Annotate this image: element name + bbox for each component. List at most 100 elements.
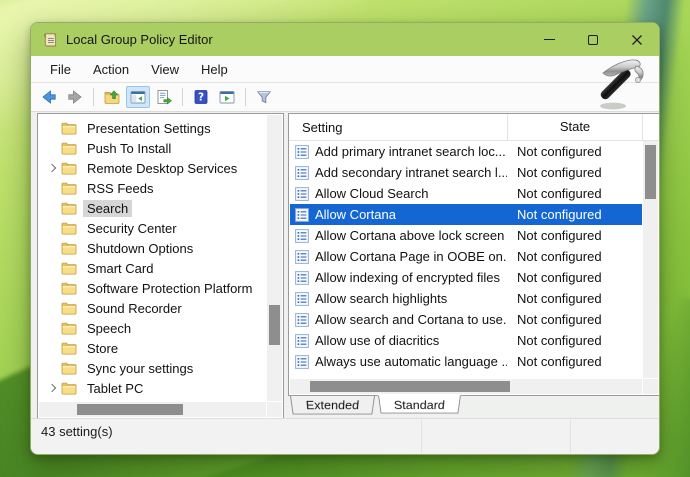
tree-item-sound-recorder[interactable]: Sound Recorder xyxy=(39,298,266,318)
setting-row[interactable]: Allow Cortana Not configured xyxy=(290,204,642,225)
setting-name: Allow search and Cortana to use... xyxy=(315,312,507,327)
setting-row[interactable]: Allow search highlightsNot configured xyxy=(290,288,642,309)
tree-item-smart-card[interactable]: Smart Card xyxy=(39,258,266,278)
tree-item-search[interactable]: Search xyxy=(39,198,266,218)
folder-icon xyxy=(61,202,83,215)
view-tabs: ExtendedStandard xyxy=(288,396,660,419)
gpedit-window: Local Group Policy Editor FileActionView… xyxy=(30,22,660,455)
tab-extended[interactable]: Extended xyxy=(290,396,375,414)
setting-name: Allow Cortana above lock screen xyxy=(315,228,504,243)
setting-row[interactable]: Add primary intranet search loc...Not co… xyxy=(290,141,642,162)
folder-icon xyxy=(61,302,83,315)
setting-row[interactable]: Allow use of diacriticsNot configured xyxy=(290,330,642,351)
setting-name: Allow Cortana xyxy=(315,207,396,222)
setting-state: Not configured xyxy=(507,165,642,180)
minimize-icon xyxy=(544,39,555,40)
filter-icon xyxy=(255,88,273,106)
column-header-setting[interactable]: Setting xyxy=(289,120,507,135)
tree-item-security-center[interactable]: Security Center xyxy=(39,218,266,238)
tree-vertical-scrollbar[interactable] xyxy=(267,115,282,401)
policy-doc-icon xyxy=(295,334,309,348)
setting-name: Always use automatic language ... xyxy=(315,354,507,369)
maximize-button[interactable] xyxy=(571,23,615,56)
folder-icon xyxy=(61,142,83,155)
toolbar: ? xyxy=(31,83,659,112)
tree-horizontal-scrollbar[interactable] xyxy=(39,402,266,417)
tree-item-sync-your-settings[interactable]: Sync your settings xyxy=(39,358,266,378)
scrollbar-corner xyxy=(267,402,282,417)
export-list-button[interactable] xyxy=(152,86,176,108)
setting-row[interactable]: Allow search and Cortana to use...Not co… xyxy=(290,309,642,330)
minimize-button[interactable] xyxy=(527,23,571,56)
folder-icon xyxy=(61,222,83,235)
folder-icon xyxy=(61,242,83,255)
gpedit-scroll-icon xyxy=(43,32,58,48)
list-vertical-scrollbar-thumb[interactable] xyxy=(645,145,656,199)
tree-item-label: Security Center xyxy=(83,220,181,237)
setting-row[interactable]: Allow Cloud SearchNot configured xyxy=(290,183,642,204)
policy-doc-icon xyxy=(295,145,309,159)
setting-row[interactable]: Add secondary intranet search l...Not co… xyxy=(290,162,642,183)
setting-row[interactable]: Always use automatic language ...Not con… xyxy=(290,351,642,372)
tree-item-shutdown-options[interactable]: Shutdown Options xyxy=(39,238,266,258)
policy-doc-icon xyxy=(295,187,309,201)
back-button[interactable] xyxy=(37,86,61,108)
status-bar-divider xyxy=(570,420,571,453)
setting-row[interactable]: Allow Cortana Page in OOBE on...Not conf… xyxy=(290,246,642,267)
menu-item-help[interactable]: Help xyxy=(190,59,239,80)
status-bar: 43 setting(s) xyxy=(31,418,659,454)
up-one-level-button[interactable] xyxy=(100,86,124,108)
tree-item-push-to-install[interactable]: Push To Install xyxy=(39,138,266,158)
tree-item-label: Sound Recorder xyxy=(83,300,186,317)
help-button[interactable]: ? xyxy=(189,86,213,108)
tree-item-tablet-pc[interactable]: Tablet PC xyxy=(39,378,266,398)
menu-item-view[interactable]: View xyxy=(140,59,190,80)
tree-item-presentation-settings[interactable]: Presentation Settings xyxy=(39,118,266,138)
toolbar-separator xyxy=(182,88,183,106)
up-folder-icon xyxy=(103,88,121,106)
tree-vertical-scrollbar-thumb[interactable] xyxy=(269,305,280,345)
tree-item-label: Smart Card xyxy=(83,260,157,277)
status-text: 43 setting(s) xyxy=(41,424,113,439)
chevron-right-icon[interactable] xyxy=(45,385,61,391)
tree-item-label: Sync your settings xyxy=(83,360,197,377)
list-horizontal-scrollbar-thumb[interactable] xyxy=(310,381,510,392)
forward-arrow-icon xyxy=(66,88,84,106)
folder-icon xyxy=(61,362,83,375)
tree-item-label: Software Protection Platform xyxy=(83,280,256,297)
menu-item-action[interactable]: Action xyxy=(82,59,140,80)
policy-doc-icon xyxy=(295,229,309,243)
show-window-button[interactable] xyxy=(215,86,239,108)
tree-item-remote-desktop-services[interactable]: Remote Desktop Services xyxy=(39,158,266,178)
column-header-state[interactable]: State xyxy=(507,114,643,140)
tab-standard[interactable]: Standard xyxy=(378,395,461,413)
tree-item-rss-feeds[interactable]: RSS Feeds xyxy=(39,178,266,198)
console-tree-icon xyxy=(129,88,147,106)
setting-row[interactable]: Allow indexing of encrypted filesNot con… xyxy=(290,267,642,288)
folder-icon xyxy=(61,182,83,195)
tree-item-store[interactable]: Store xyxy=(39,338,266,358)
maximize-icon xyxy=(588,35,598,45)
tree-item-software-protection-platform[interactable]: Software Protection Platform xyxy=(39,278,266,298)
tree-horizontal-scrollbar-thumb[interactable] xyxy=(77,404,183,415)
settings-list: Add primary intranet search loc...Not co… xyxy=(290,141,642,378)
tree-item-speech[interactable]: Speech xyxy=(39,318,266,338)
list-vertical-scrollbar[interactable] xyxy=(643,141,658,378)
desktop-wallpaper: Local Group Policy Editor FileActionView… xyxy=(0,0,690,477)
setting-state: Not configured xyxy=(507,249,642,264)
forward-button[interactable] xyxy=(63,86,87,108)
scrollbar-corner xyxy=(643,379,658,394)
setting-state: Not configured xyxy=(507,333,642,348)
main-area: Presentation SettingsPush To InstallRemo… xyxy=(31,110,659,419)
toolbar-separator xyxy=(245,88,246,106)
close-button[interactable] xyxy=(615,23,659,56)
chevron-right-icon[interactable] xyxy=(45,165,61,171)
title-bar[interactable]: Local Group Policy Editor xyxy=(31,23,659,56)
setting-row[interactable]: Allow Cortana above lock screenNot confi… xyxy=(290,225,642,246)
list-horizontal-scrollbar[interactable] xyxy=(290,379,642,394)
setting-name: Allow Cloud Search xyxy=(315,186,428,201)
show-console-tree-button[interactable] xyxy=(126,86,150,108)
filter-button[interactable] xyxy=(252,86,276,108)
menu-item-file[interactable]: File xyxy=(39,59,82,80)
setting-state: Not configured xyxy=(507,207,642,222)
